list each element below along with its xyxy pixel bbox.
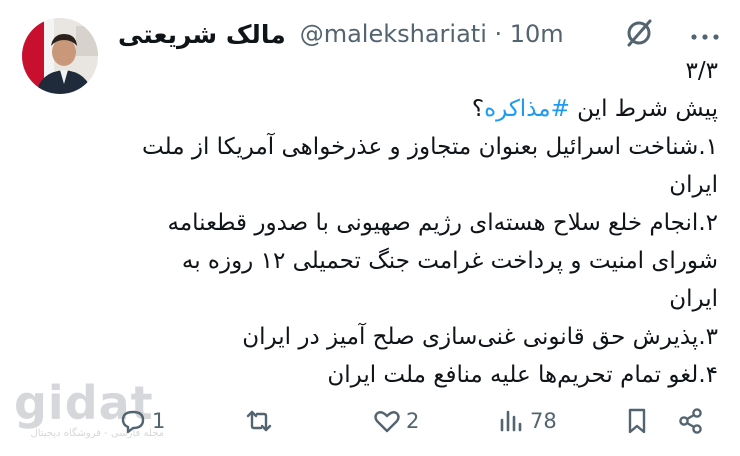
tweet-line: ۲.انجام خلع سلاح هسته‌ای رژیم صهیونی با … xyxy=(167,210,718,236)
tweet-line: شورای امنیت و پرداخت غرامت جنگ تحمیلی ۱۲… xyxy=(181,248,718,274)
views-bar-chart-icon xyxy=(500,410,522,432)
tweet-line: ۱.شناخت اسرائیل بعنوان متجاوز و عذرخواهی… xyxy=(142,134,718,160)
more-dots-icon[interactable] xyxy=(690,32,720,42)
display-name[interactable]: مالک شریعتی xyxy=(118,20,286,49)
reply-icon xyxy=(121,410,145,434)
view-count: 78 xyxy=(530,409,557,433)
tweet-text: ۳/۳ پیش شرط این #مذاکره؟ ۱.شناخت اسرائیل… xyxy=(118,52,718,394)
views-button[interactable]: 78 xyxy=(496,406,557,436)
like-count: 2 xyxy=(406,409,420,433)
tweet-line: ایران xyxy=(669,286,718,312)
user-handle[interactable]: @malekshariati xyxy=(300,20,487,48)
tweet-card: مالک شریعتی @malekshariati · 10m ۳/۳ پیش… xyxy=(0,0,740,456)
hashtag-link[interactable]: #مذاکره xyxy=(484,96,570,122)
intro-text: پیش شرط این xyxy=(569,96,718,122)
like-button[interactable]: 2 xyxy=(372,406,419,436)
intro-end: ؟ xyxy=(471,96,485,122)
time-separator: · xyxy=(486,20,510,48)
tweet-line: ۴.لغو تمام تحریم‌ها علیه منافع ملت ایران xyxy=(327,362,718,388)
bookmark-icon xyxy=(628,408,646,434)
reply-count: 1 xyxy=(152,409,166,433)
grok-icon[interactable] xyxy=(622,16,656,50)
share-icon xyxy=(679,408,702,434)
reply-button[interactable]: 1 xyxy=(118,406,165,436)
share-button[interactable] xyxy=(676,406,706,436)
tweet-line: ایران xyxy=(669,172,718,198)
bookmark-button[interactable] xyxy=(622,406,652,436)
retweet-button[interactable] xyxy=(244,406,274,436)
profile-photo xyxy=(22,18,98,94)
tweet-line: ۳.پذیرش حق قانونی غنی‌سازی صلح آمیز در ا… xyxy=(242,324,718,350)
avatar[interactable] xyxy=(22,18,98,94)
retweet-icon xyxy=(246,410,272,432)
tweet-header: مالک شریعتی @malekshariati · 10m xyxy=(118,14,564,54)
action-bar: 1 2 78 xyxy=(0,402,740,446)
thread-index: ۳/۳ xyxy=(685,58,718,84)
tweet-timestamp[interactable]: 10m xyxy=(510,20,564,48)
heart-icon xyxy=(374,411,400,433)
tweet-intro-line: پیش شرط این #مذاکره؟ xyxy=(118,90,718,128)
